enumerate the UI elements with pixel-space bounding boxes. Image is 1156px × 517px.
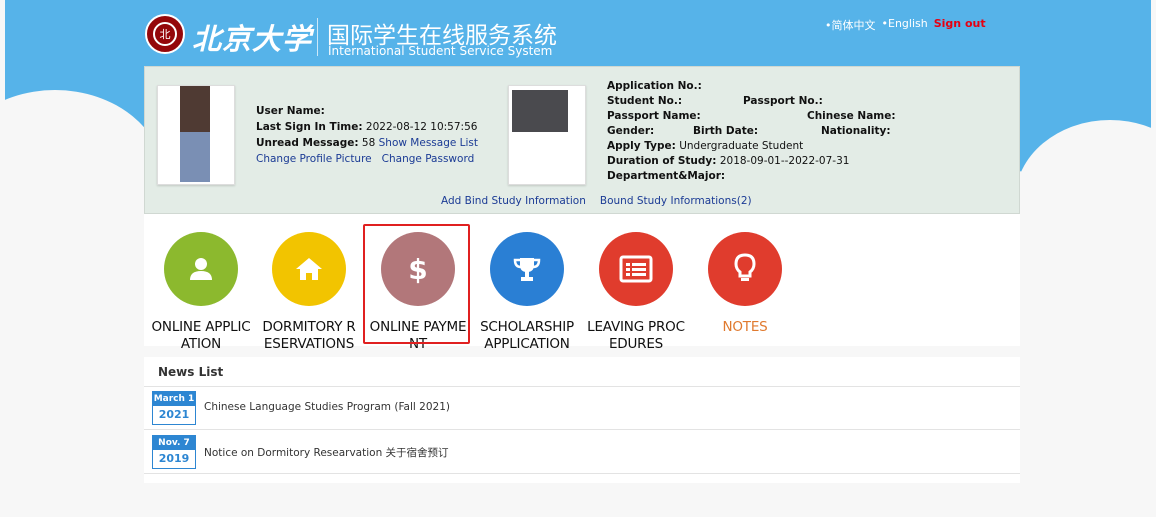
student-photo xyxy=(508,85,586,185)
date-year: 2019 xyxy=(158,452,190,465)
date-month: March 1 xyxy=(153,392,195,406)
lang-chinese-link[interactable]: •简体中文 xyxy=(825,17,876,33)
passport-no-label: Passport No.: xyxy=(743,95,823,107)
tile-leaving-procedures[interactable]: LEAVING PROC EDURES xyxy=(581,218,691,353)
department-label: Department&Major: xyxy=(607,170,726,182)
dollar-icon: $ xyxy=(381,232,455,306)
user-info-panel: User Name: Last Sign In Time: 2022-08-12… xyxy=(144,66,1020,214)
birth-date-label: Birth Date: xyxy=(693,125,759,137)
unread-label: Unread Message: xyxy=(256,137,359,149)
last-sign-value: 2022-08-12 10:57:56 xyxy=(365,121,478,133)
divider xyxy=(144,473,1020,474)
tile-notes[interactable]: NOTES xyxy=(690,218,800,336)
date-badge: Nov. 7 2019 xyxy=(152,435,196,469)
tile-label: LEAVING PROC EDURES xyxy=(587,319,685,352)
tile-label: ONLINE APPLIC ATION xyxy=(151,319,251,352)
date-year: 2021 xyxy=(158,408,190,421)
change-password-link[interactable]: Change Password xyxy=(382,153,475,165)
student-no-label: Student No.: xyxy=(607,95,683,107)
date-badge: March 1 2021 xyxy=(152,391,196,425)
university-seal-icon: 北 xyxy=(145,14,185,54)
tile-online-payment[interactable]: $ ONLINE PAYME NT xyxy=(363,218,473,353)
news-link[interactable]: Chinese Language Studies Program (Fall 2… xyxy=(204,401,450,413)
divider xyxy=(144,429,1020,430)
gender-label: Gender: xyxy=(607,125,655,137)
date-month: Nov. 7 xyxy=(153,436,195,450)
university-logo-text: 北京大学 xyxy=(192,22,313,56)
person-icon xyxy=(164,232,238,306)
news-link[interactable]: Notice on Dormitory Researvation 关于宿舍预订 xyxy=(204,445,449,460)
show-message-list-link[interactable]: Show Message List xyxy=(379,137,478,149)
unread-count: 58 xyxy=(361,137,376,149)
system-title-en: International Student Service System xyxy=(328,44,553,58)
tile-scholarship-application[interactable]: SCHOLARSHIP APPLICATION xyxy=(472,218,582,353)
bound-study-link[interactable]: Bound Study Informations(2) xyxy=(600,195,752,207)
tile-label: DORMITORY R ESERVATIONS xyxy=(262,319,356,352)
trophy-icon xyxy=(490,232,564,306)
avatar-image xyxy=(180,86,210,132)
logo-divider xyxy=(317,18,318,56)
username-label: User Name: xyxy=(256,105,325,117)
service-icon-bar: ONLINE APPLIC ATION DORMITORY R ESERVATION… xyxy=(144,214,1020,352)
list-item[interactable]: March 1 2021 Chinese Language Studies Pr… xyxy=(152,391,1012,431)
duration-label: Duration of Study: xyxy=(607,155,717,167)
list-item[interactable]: Nov. 7 2019 Notice on Dormitory Researva… xyxy=(152,435,1012,475)
list-icon xyxy=(599,232,673,306)
site-header: 北 北京大学 国际学生在线服务系统 International Student … xyxy=(145,0,1025,64)
apply-type-value: Undergraduate Student xyxy=(679,140,804,152)
application-no-label: Application No.: xyxy=(607,80,702,92)
last-sign-label: Last Sign In Time: xyxy=(256,121,363,133)
tile-online-application[interactable]: ONLINE APPLIC ATION xyxy=(146,218,256,353)
chinese-name-label: Chinese Name: xyxy=(807,110,896,122)
student-details: Application No.: Student No.: Passport No… xyxy=(607,79,1007,184)
tile-label: ONLINE PAYME NT xyxy=(369,319,467,352)
tile-dormitory-reservations[interactable]: DORMITORY R ESERVATIONS xyxy=(254,218,364,353)
change-profile-picture-link[interactable]: Change Profile Picture xyxy=(256,153,372,165)
lightbulb-icon xyxy=(708,232,782,306)
divider xyxy=(144,386,1020,387)
user-details: User Name: Last Sign In Time: 2022-08-12… xyxy=(256,103,478,167)
top-links: •简体中文 •English Sign out xyxy=(825,17,986,33)
bind-links: Add Bind Study Information Bound Study I… xyxy=(441,195,752,207)
student-photo-image xyxy=(512,90,568,132)
nationality-label: Nationality: xyxy=(821,125,891,137)
passport-name-label: Passport Name: xyxy=(607,110,701,122)
add-bind-study-link[interactable]: Add Bind Study Information xyxy=(441,195,586,207)
lang-english-link[interactable]: •English xyxy=(882,17,928,33)
news-list-panel: News List March 1 2021 Chinese Language … xyxy=(144,357,1020,483)
duration-value: 2018-09-01--2022-07-31 xyxy=(719,155,850,167)
profile-picture xyxy=(157,85,235,185)
tile-label: SCHOLARSHIP APPLICATION xyxy=(480,319,574,352)
news-list-title: News List xyxy=(158,365,224,379)
tile-label: NOTES xyxy=(722,319,768,335)
apply-type-label: Apply Type: xyxy=(607,140,676,152)
home-icon xyxy=(272,232,346,306)
avatar-image xyxy=(180,132,210,182)
sign-out-link[interactable]: Sign out xyxy=(934,17,986,33)
